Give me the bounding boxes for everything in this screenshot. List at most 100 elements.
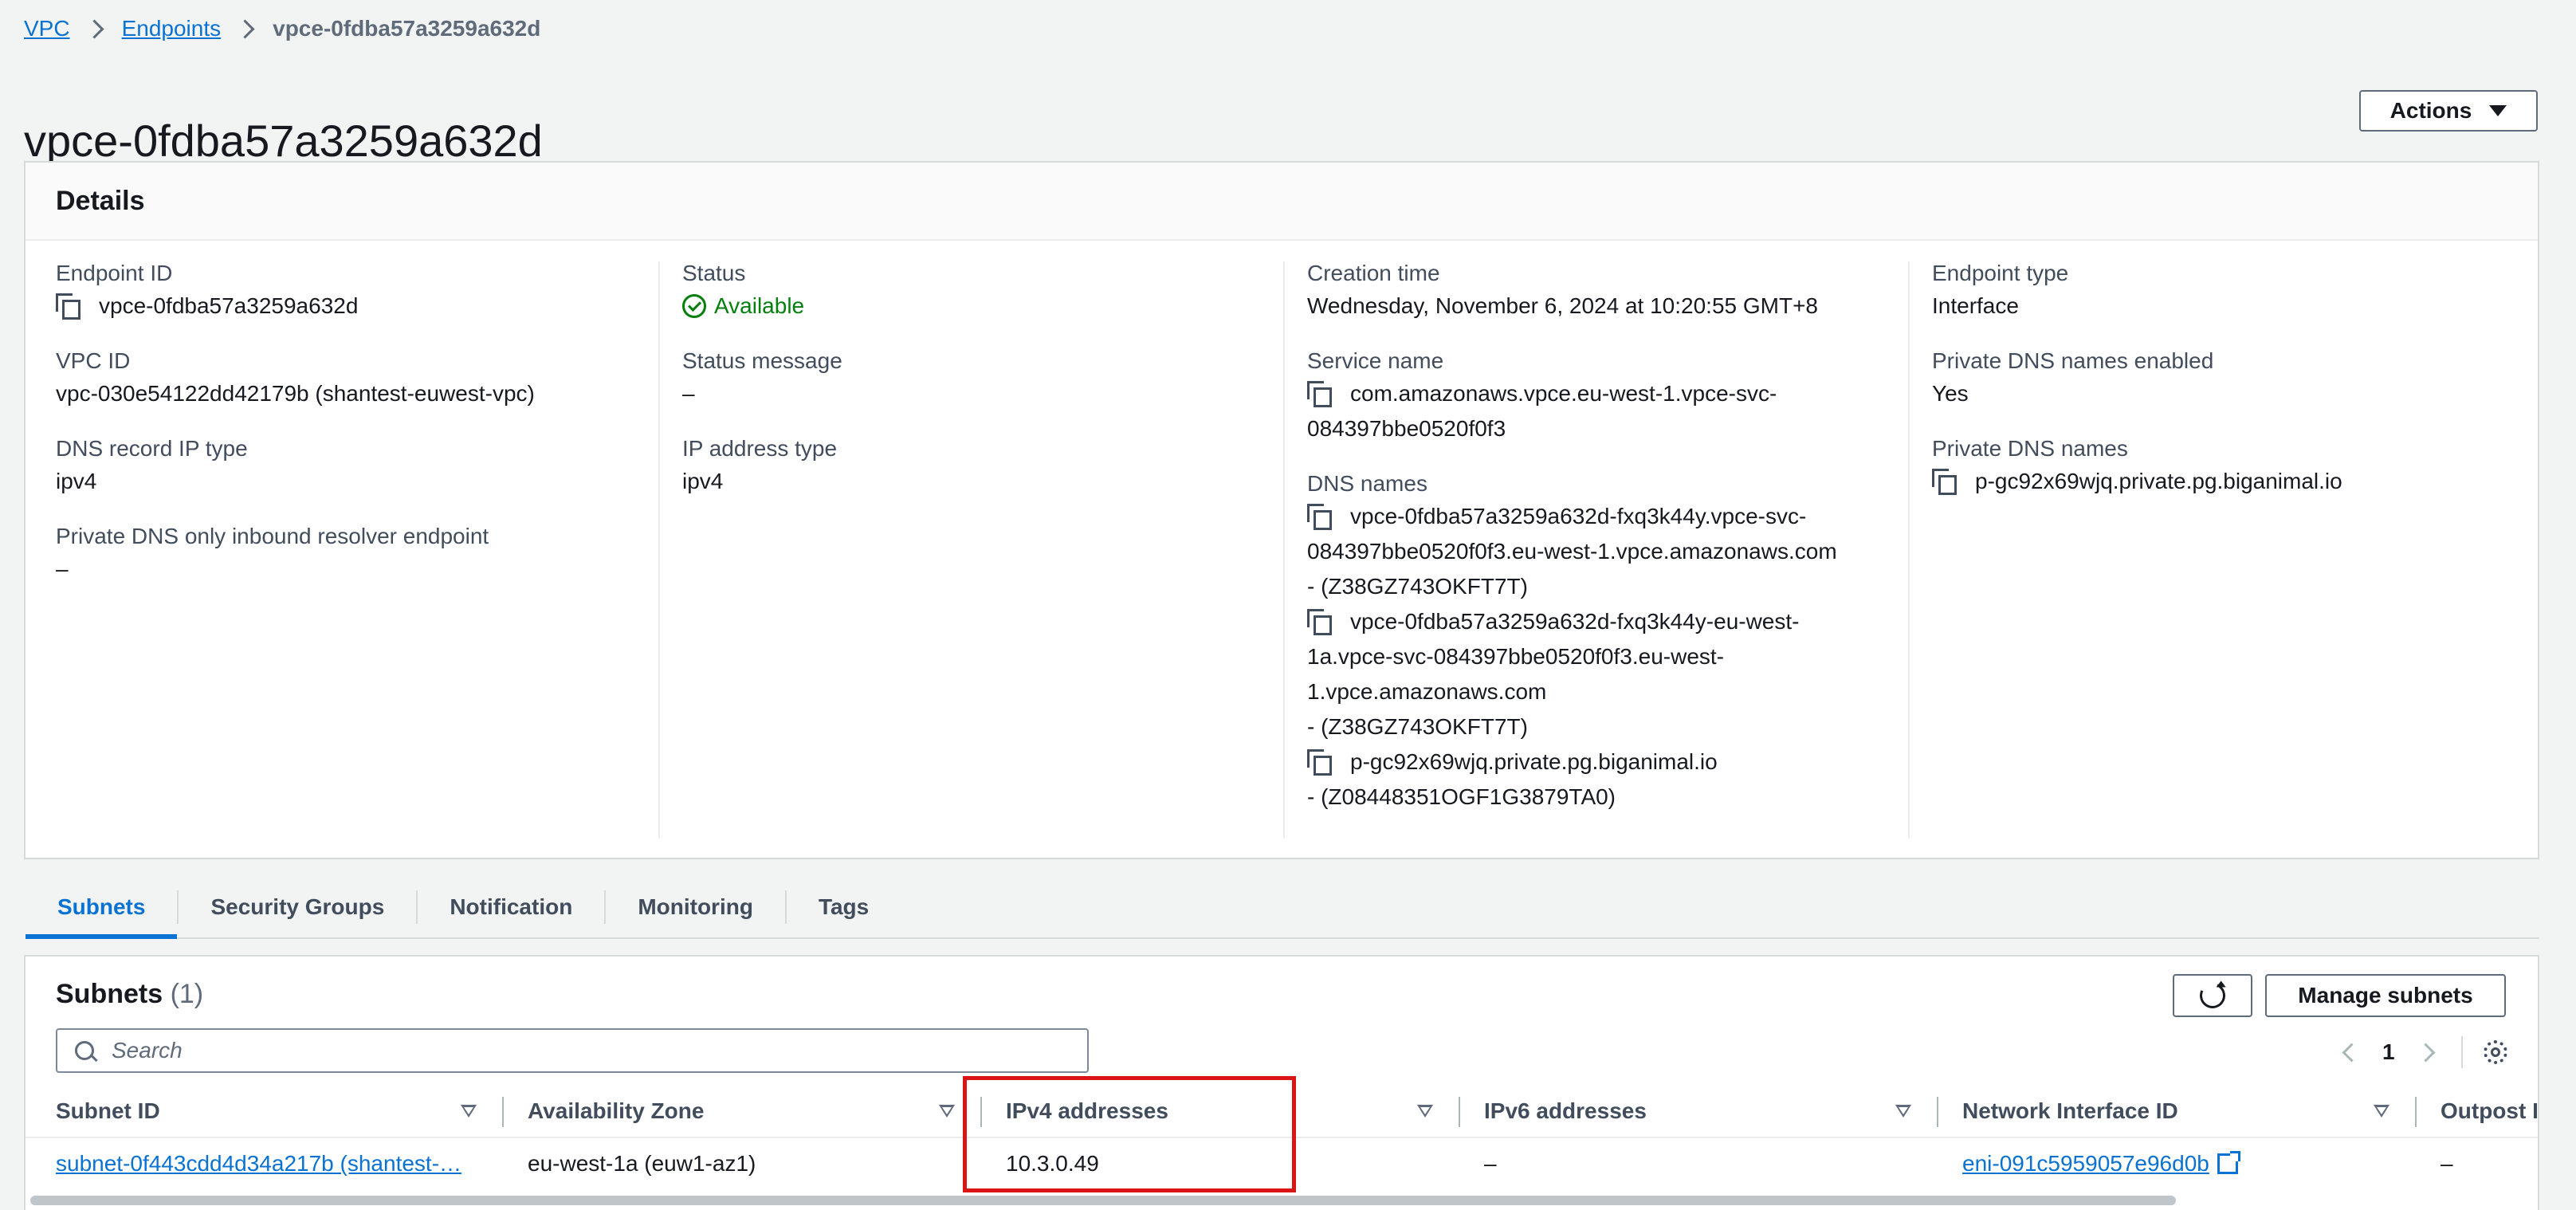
creation-time-value: Wednesday, November 6, 2024 at 10:20:55 … [1307,293,1819,318]
page-title: vpce-0fdba57a3259a632d [24,115,543,166]
column-resizer[interactable] [502,1097,504,1127]
creation-time-label: Creation time [1307,261,1440,285]
refresh-icon [2196,979,2229,1012]
actions-button[interactable]: Actions [2359,90,2538,132]
tab-notification[interactable]: Notification [418,877,604,937]
sort-icon[interactable] [1417,1105,1433,1118]
ip-address-type-value: ipv4 [682,469,724,493]
dns-name-2-line-1: vpce-0fdba57a3259a632d-fxq3k44y-eu-west- [1350,609,1800,634]
ip-address-type-label: IP address type [682,436,838,461]
breadcrumb-current: vpce-0fdba57a3259a632d [273,16,541,41]
column-divider [1908,261,1910,839]
status-message-value: – [682,381,695,406]
search-input[interactable] [110,1037,1070,1064]
details-column-3: Creation time Wednesday, November 6, 202… [1307,258,1913,837]
endpoint-type-label: Endpoint type [1932,261,2069,285]
dns-name-3-line-1: p-gc92x69wjq.private.pg.biganimal.io [1350,749,1718,774]
dns-name-2-line-2: 1a.vpce-svc-084397bbe0520f0f3.eu-west- [1307,644,1725,669]
dns-name-1-line-2: 084397bbe0520f0f3.eu-west-1.vpce.amazona… [1307,539,1837,564]
dns-names-label: DNS names [1307,471,1427,496]
copy-icon[interactable] [1307,609,1332,635]
check-circle-icon [682,294,706,318]
search-icon [75,1041,94,1060]
endpoint-type-value: Interface [1932,293,2019,318]
status-value: Available [714,293,805,318]
column-header-ipv6-addresses[interactable]: IPv6 addresses [1484,1086,1647,1137]
copy-icon[interactable] [1307,749,1332,776]
status-label: Status [682,261,746,285]
column-header-availability-zone[interactable]: Availability Zone [528,1086,704,1137]
details-title: Details [26,163,2538,241]
network-interface-link[interactable]: eni-091c5959057e96d0b [1962,1151,2209,1177]
ipv4-highlight-box [963,1076,1296,1192]
chevron-right-icon [84,18,104,39]
tab-subnets[interactable]: Subnets [26,877,178,939]
service-name-line-1: com.amazonaws.vpce.eu-west-1.vpce-svc- [1350,381,1777,406]
private-dns-names-label: Private DNS names [1932,436,2128,461]
column-header-outpost-id[interactable]: Outpost I [2441,1086,2538,1137]
manage-subnets-button[interactable]: Manage subnets [2265,974,2506,1017]
availability-zone-cell: eu-west-1a (euw1-az1) [528,1151,756,1176]
breadcrumb-endpoints-link[interactable]: Endpoints [122,16,222,41]
dns-name-1-line-1: vpce-0fdba57a3259a632d-fxq3k44y.vpce-svc… [1350,504,1807,528]
private-dns-enabled-value: Yes [1932,381,1969,406]
actions-button-label: Actions [2389,98,2472,123]
dns-name-3-line-2: - (Z08448351OGF1G3879TA0) [1307,784,1616,809]
details-panel: Details Endpoint ID vpce-0fdba57a3259a63… [24,161,2539,859]
dns-name-1-line-3: - (Z38GZ743OKFT7T) [1307,574,1528,599]
refresh-button[interactable] [2173,974,2252,1017]
breadcrumb: VPC Endpoints vpce-0fdba57a3259a632d [24,13,540,45]
private-dns-names-value: p-gc92x69wjq.private.pg.biganimal.io [1975,469,2342,493]
subnet-id-link[interactable]: subnet-0f443cdd4d34a217b (shantest-… [56,1151,461,1177]
sort-icon[interactable] [461,1105,477,1118]
column-divider [658,261,660,839]
column-resizer[interactable] [1459,1097,1460,1127]
subnets-title: Subnets (1) [56,979,203,1010]
status-badge: Available [682,289,1272,324]
private-dns-inbound-value: – [56,556,69,581]
chevron-left-icon[interactable] [2342,1042,2362,1063]
status-message-label: Status message [682,348,842,373]
chevron-right-icon[interactable] [2416,1042,2436,1063]
column-resizer[interactable] [2415,1097,2417,1127]
column-header-network-interface-id[interactable]: Network Interface ID [1962,1086,2178,1137]
tab-bar: Subnets Security Groups Notification Mon… [26,877,2539,939]
column-header-subnet-id[interactable]: Subnet ID [56,1086,160,1137]
column-resizer[interactable] [1937,1097,1938,1127]
tab-tags[interactable]: Tags [787,877,901,937]
breadcrumb-vpc-link[interactable]: VPC [24,16,70,41]
details-column-1: Endpoint ID vpce-0fdba57a3259a632d VPC I… [56,258,646,609]
chevron-right-icon [235,18,255,39]
pager-divider [2460,1036,2463,1068]
horizontal-scrollbar[interactable] [30,1196,2176,1205]
pagination: 1 [2342,1036,2507,1068]
tab-monitoring[interactable]: Monitoring [606,877,785,937]
dns-record-ip-type-value: ipv4 [56,469,97,493]
endpoint-id-label: Endpoint ID [56,261,173,285]
dns-record-ip-type-label: DNS record IP type [56,436,248,461]
gear-icon[interactable] [2483,1040,2507,1064]
subnets-title-text: Subnets [56,979,163,1009]
copy-icon[interactable] [1307,504,1332,530]
copy-icon[interactable] [56,293,80,320]
subnets-count: (1) [170,979,204,1009]
service-name-line-2: 084397bbe0520f0f3 [1307,416,1506,441]
vpc-id-link[interactable]: vpc-030e54122dd42179b (shantest-euwest-v… [56,376,646,411]
copy-icon[interactable] [1932,469,1957,495]
vpc-id-label: VPC ID [56,348,131,373]
sort-icon[interactable] [1895,1105,1911,1118]
sort-icon[interactable] [2374,1105,2389,1118]
endpoint-id-value: vpce-0fdba57a3259a632d [99,293,359,318]
outpost-id-cell: – [2441,1151,2453,1176]
service-name-label: Service name [1307,348,1444,373]
private-dns-enabled-label: Private DNS names enabled [1932,348,2214,373]
copy-icon[interactable] [1307,381,1332,407]
dns-name-2-line-3: 1.vpce.amazonaws.com [1307,679,1547,704]
column-divider [1283,261,1285,839]
sort-icon[interactable] [939,1105,955,1118]
details-column-4: Endpoint type Interface Private DNS name… [1932,258,2522,521]
external-link-icon[interactable] [2217,1151,2240,1174]
tab-security-groups[interactable]: Security Groups [179,877,416,937]
page-number[interactable]: 1 [2382,1039,2395,1065]
ipv6-address-cell: – [1484,1151,1497,1176]
